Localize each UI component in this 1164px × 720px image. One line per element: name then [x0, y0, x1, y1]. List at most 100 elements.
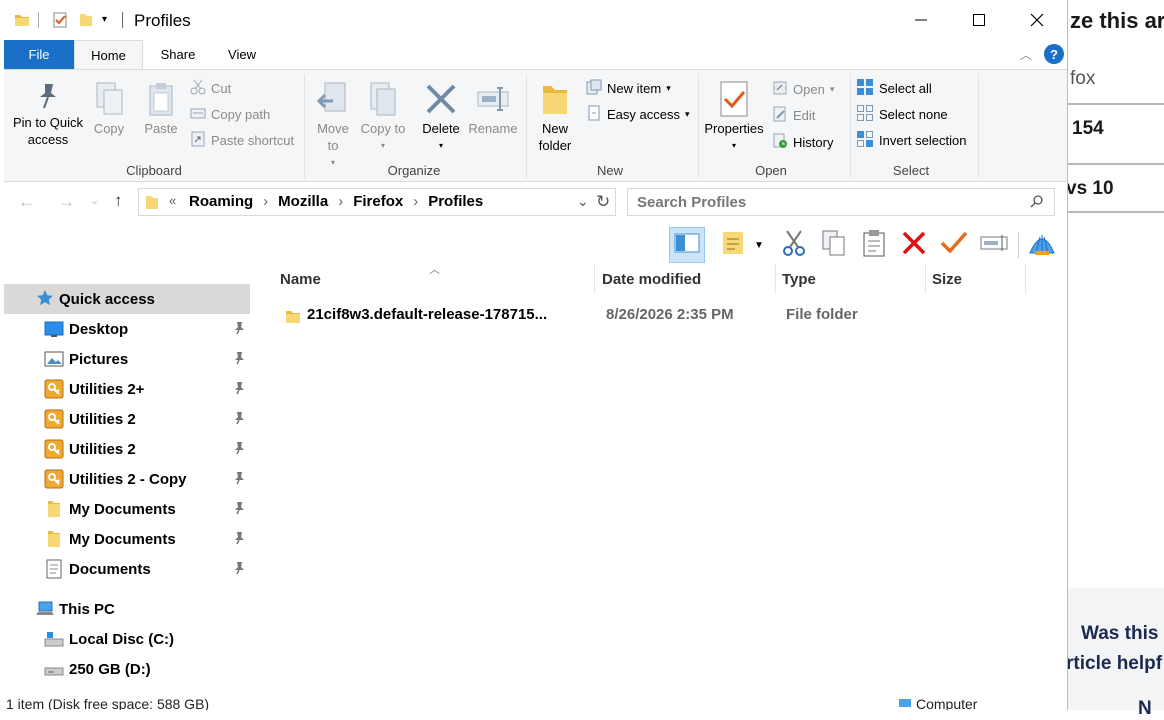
select-none-button[interactable]: Select none: [856, 104, 948, 125]
sidebar-item-quick-access[interactable]: Quick access: [4, 284, 250, 314]
group-separator: [304, 74, 305, 178]
pin-icon[interactable]: [232, 381, 246, 395]
paste-toolbar-button[interactable]: [856, 227, 892, 263]
breadcrumb-firefox[interactable]: Firefox: [353, 193, 403, 210]
copy-icon: [821, 229, 847, 262]
pin-icon[interactable]: [232, 561, 246, 575]
chevron-up-icon[interactable]: ︿: [1020, 46, 1032, 63]
invert-selection-button[interactable]: Invert selection: [856, 130, 966, 151]
copy-toolbar-button[interactable]: [816, 227, 852, 263]
sidebar-item-quick-access-entry[interactable]: Utilities 2 - Copy: [4, 464, 250, 494]
search-icon[interactable]: [1030, 194, 1044, 213]
properties-toolbar-button[interactable]: [936, 227, 972, 263]
sidebar-item-quick-access-entry[interactable]: Utilities 2+: [4, 374, 250, 404]
tab-home[interactable]: Home: [74, 40, 143, 70]
folder-icon: [14, 12, 30, 33]
address-bar[interactable]: « Roaming › Mozilla › Firefox › Profiles…: [138, 188, 616, 216]
recent-locations-chevron-icon[interactable]: ⌄: [90, 194, 99, 207]
scissors-icon: [781, 229, 807, 262]
folder-icon: [44, 499, 64, 519]
copy-path-button[interactable]: Copy path: [190, 105, 270, 124]
pin-icon[interactable]: [232, 351, 246, 365]
breadcrumb-overflow[interactable]: «: [169, 193, 176, 208]
edit-button[interactable]: Edit: [772, 106, 815, 125]
pin-icon[interactable]: [232, 321, 246, 335]
properties-label: Properties: [704, 121, 764, 136]
rename-label: Rename: [468, 121, 518, 136]
view-options-button[interactable]: ▼: [714, 227, 770, 263]
pin-icon[interactable]: [232, 531, 246, 545]
sidebar-item-local-disc-c[interactable]: Local Disc (C:): [4, 624, 250, 654]
properties-quick-icon[interactable]: [52, 12, 68, 33]
back-arrow-icon[interactable]: ←: [18, 192, 35, 212]
breadcrumb-profiles[interactable]: Profiles: [428, 193, 483, 210]
chevron-right-icon[interactable]: ›: [263, 193, 268, 210]
rename-button[interactable]: Rename: [468, 78, 518, 137]
properties-button[interactable]: Properties ▾: [702, 78, 766, 154]
help-icon[interactable]: ?: [1044, 44, 1064, 64]
cut-button[interactable]: Cut: [190, 79, 231, 98]
paste-button[interactable]: Paste: [138, 78, 184, 137]
open-button[interactable]: Open ▾: [772, 80, 834, 99]
column-header-size[interactable]: Size: [926, 264, 1026, 294]
new-folder-button[interactable]: New folder: [532, 78, 578, 154]
sidebar-item-label: 250 GB (D:): [69, 660, 151, 678]
close-button[interactable]: [1008, 0, 1066, 40]
tab-view[interactable]: View: [214, 40, 270, 69]
pin-to-quick-access-button[interactable]: Pin to Quick access: [10, 78, 86, 148]
preview-pane-button[interactable]: [669, 227, 705, 263]
column-header-name[interactable]: Name: [273, 264, 595, 294]
pin-icon[interactable]: [232, 501, 246, 515]
refresh-icon[interactable]: ↻: [596, 192, 610, 212]
bg-no-button[interactable]: N: [1138, 698, 1152, 720]
column-header-date[interactable]: Date modified: [596, 264, 776, 294]
chevron-right-icon[interactable]: ›: [338, 193, 343, 210]
tab-file[interactable]: File: [4, 40, 74, 69]
sidebar-item-label: Documents: [69, 560, 151, 578]
easy-access-button[interactable]: Easy access ▾: [586, 105, 690, 124]
copy-to-button[interactable]: Copy to ▾: [360, 78, 406, 154]
delete-toolbar-button[interactable]: [896, 227, 932, 263]
search-box[interactable]: Search Profiles: [627, 188, 1055, 216]
rename-toolbar-button[interactable]: [976, 227, 1012, 263]
up-arrow-icon[interactable]: ↑: [114, 191, 123, 211]
sidebar-item-quick-access-entry[interactable]: Pictures: [4, 344, 250, 374]
select-all-button[interactable]: Select all: [856, 78, 932, 99]
forward-arrow-icon[interactable]: →: [58, 192, 75, 212]
paste-shortcut-button[interactable]: Paste shortcut: [190, 131, 294, 150]
breadcrumb-roaming[interactable]: Roaming: [189, 193, 253, 210]
history-button[interactable]: History: [772, 133, 833, 152]
shell-extension-button[interactable]: [1024, 227, 1060, 263]
key-folder-icon: [44, 409, 64, 429]
cut-toolbar-button[interactable]: [776, 227, 812, 263]
sidebar-item-quick-access-entry[interactable]: Utilities 2: [4, 404, 250, 434]
sidebar-item-label: My Documents: [69, 530, 176, 548]
sidebar-item-quick-access-entry[interactable]: Documents: [4, 554, 250, 584]
sidebar-item-quick-access-entry[interactable]: My Documents: [4, 524, 250, 554]
table-row[interactable]: 21cif8w3.default-release-178715... 8/26/…: [273, 302, 1033, 330]
sidebar-item-this-pc[interactable]: This PC: [4, 594, 250, 624]
move-to-button[interactable]: Move to ▾: [310, 78, 356, 171]
sidebar-item-drive-d[interactable]: 250 GB (D:): [4, 654, 250, 684]
pin-icon[interactable]: [232, 441, 246, 455]
copy-to-icon: [360, 78, 406, 120]
column-header-type[interactable]: Type: [776, 264, 926, 294]
delete-button[interactable]: Delete ▾: [418, 78, 464, 154]
sidebar-item-quick-access-entry[interactable]: My Documents: [4, 494, 250, 524]
breadcrumb-mozilla[interactable]: Mozilla: [278, 193, 328, 210]
sidebar-item-quick-access-entry[interactable]: Desktop: [4, 314, 250, 344]
new-item-button[interactable]: New item ▾: [586, 79, 671, 98]
sidebar-item-quick-access-entry[interactable]: Utilities 2: [4, 434, 250, 464]
dropdown-arrow-icon: ▼: [754, 239, 764, 251]
tab-share[interactable]: Share: [148, 40, 208, 69]
minimize-button[interactable]: [892, 0, 950, 40]
new-folder-quick-icon[interactable]: [78, 12, 94, 33]
address-dropdown-icon[interactable]: ⌄: [577, 193, 589, 210]
pin-icon[interactable]: [232, 411, 246, 425]
invert-selection-icon: [856, 130, 874, 151]
copy-button[interactable]: Copy: [86, 78, 132, 137]
maximize-button[interactable]: [950, 0, 1008, 40]
customize-dropdown-icon[interactable]: ▾: [102, 14, 107, 25]
chevron-right-icon[interactable]: ›: [413, 193, 418, 210]
pin-icon[interactable]: [232, 471, 246, 485]
